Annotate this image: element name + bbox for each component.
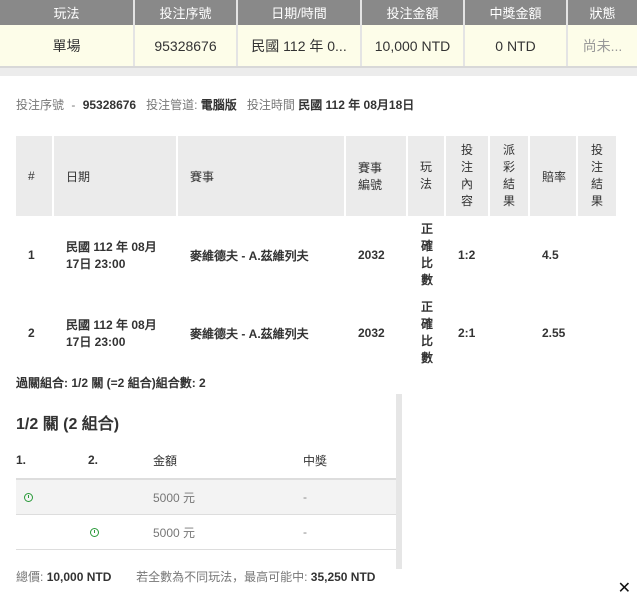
cell-status: 尚未... (582, 37, 623, 54)
header-serial: 投注序號 (135, 0, 238, 25)
bet-info-line: 投注序號 - 95328676 投注管道: 電腦版 投注時間 民國 112 年 … (16, 98, 415, 112)
close-icon[interactable]: ✕ (618, 581, 631, 597)
total-value: 10,000 NTD (46, 570, 112, 584)
header-bet-amount: 投注金額 (362, 0, 465, 25)
row-number: 2 (28, 326, 35, 340)
cell-serial: 95328676 (135, 25, 238, 66)
col-bet-result: 投注結果 (578, 136, 618, 216)
row-odds: 2.55 (542, 326, 566, 340)
combo-summary: 過關組合: 1/2 關 (=2 組合)組合數: 2 (16, 376, 206, 390)
serial-label: 投注序號 (16, 98, 65, 112)
combo-col-amount: 金額 (153, 442, 303, 480)
bet-summary-table: 玩法 投注序號 日期/時間 投注金額 中獎金額 狀態 單場 95328676 民… (0, 0, 637, 68)
combo-col-1: 1. (16, 442, 88, 480)
row-bet-content: 1:2 (458, 248, 476, 262)
row-bet-content: 2:1 (458, 326, 476, 340)
row-bet-result (578, 294, 618, 372)
bets-header-row: # 日期 賽事 賽事 編號 玩法 投注內容 派彩結果 賠率 投注結果 (16, 136, 618, 216)
time-label: 投注時間 (246, 98, 295, 112)
table-row: 1 民國 112 年 08月 17日 23:00 麥維德夫 - A.茲維列夫 20… (16, 216, 618, 294)
header-datetime: 日期/時間 (238, 0, 362, 25)
row-match-id: 2032 (358, 326, 385, 340)
row-number: 1 (28, 248, 35, 262)
combo-amount: 5000 元 (153, 514, 303, 550)
bet-selections-table: # 日期 賽事 賽事 編號 玩法 投注內容 派彩結果 賠率 投注結果 1 民國 1… (16, 136, 618, 372)
col-number: # (16, 136, 54, 216)
combo-win: - (303, 479, 396, 515)
row-play-type: 正確比數 (420, 222, 433, 287)
col-odds: 賠率 (530, 136, 578, 216)
row-play-type: 正確比數 (420, 300, 433, 365)
col-payout: 派彩結果 (490, 136, 530, 216)
combo-col-2: 2. (88, 442, 153, 480)
cell-datetime: 民國 112 年 0... (238, 25, 362, 66)
row-payout (490, 216, 530, 294)
combo-title: 1/2 關 (2 組合) (16, 416, 120, 433)
cell-win-amount: 0 NTD (465, 25, 568, 66)
combo-win: - (303, 514, 396, 550)
combo-header-row: 1. 2. 金額 中獎 (16, 442, 396, 480)
bet-detail-panel: 投注序號 - 95328676 投注管道: 電腦版 投注時間 民國 112 年 … (0, 76, 637, 600)
header-win-amount: 中獎金額 (465, 0, 568, 25)
total-label: 總價: (16, 570, 44, 584)
header-status: 狀態 (589, 6, 616, 21)
combo-col-win: 中獎 (303, 442, 396, 480)
col-play-type: 玩法 (408, 136, 446, 216)
row-match: 麥維德夫 - A.茲維列夫 (190, 326, 309, 341)
row-odds: 4.5 (542, 248, 559, 262)
max-win-value: 35,250 NTD (310, 570, 376, 584)
col-date: 日期 (54, 136, 178, 216)
summary-header-row: 玩法 投注序號 日期/時間 投注金額 中獎金額 狀態 (0, 0, 637, 25)
max-win-note: 若全數為不同玩法，最高可能中: (136, 570, 308, 584)
table-row: 5000 元 - (16, 514, 396, 550)
col-match-id: 賽事 編號 (346, 136, 408, 216)
total-line: 總價: 10,000 NTD 若全數為不同玩法，最高可能中: 35,250 NT… (16, 568, 375, 585)
table-row: 5000 元 - (16, 479, 396, 515)
combo-amount: 5000 元 (153, 479, 303, 515)
row-match-id: 2032 (358, 248, 385, 262)
clock-icon (24, 493, 33, 503)
row-date: 民國 112 年 08月 17日 23:00 (66, 318, 157, 349)
cell-play-type: 單場 (0, 25, 135, 66)
channel-label: 投注管道: (146, 98, 198, 112)
table-row: 2 民國 112 年 08月 17日 23:00 麥維德夫 - A.茲維列夫 20… (16, 294, 618, 372)
col-bet-content: 投注內容 (446, 136, 490, 216)
row-bet-result (578, 216, 618, 294)
serial-value: 95328676 (82, 98, 137, 112)
clock-icon (90, 528, 99, 538)
row-match: 麥維德夫 - A.茲維列夫 (190, 248, 309, 263)
channel-value: 電腦版 (200, 98, 237, 112)
combo-table: 1. 2. 金額 中獎 5000 元 - 5000 元 - (16, 442, 396, 550)
time-value: 民國 112 年 08月18日 (298, 98, 415, 112)
cell-bet-amount: 10,000 NTD (362, 25, 465, 66)
scrollbar[interactable] (396, 394, 402, 569)
row-payout (490, 294, 530, 372)
header-play-type: 玩法 (0, 0, 135, 25)
col-match: 賽事 (178, 136, 346, 216)
summary-data-row[interactable]: 單場 95328676 民國 112 年 0... 10,000 NTD 0 N… (0, 25, 637, 68)
combo-section: 1/2 關 (2 組合) 1. 2. 金額 中獎 5000 元 - 5000 元… (16, 394, 402, 569)
row-date: 民國 112 年 08月 17日 23:00 (66, 240, 157, 271)
